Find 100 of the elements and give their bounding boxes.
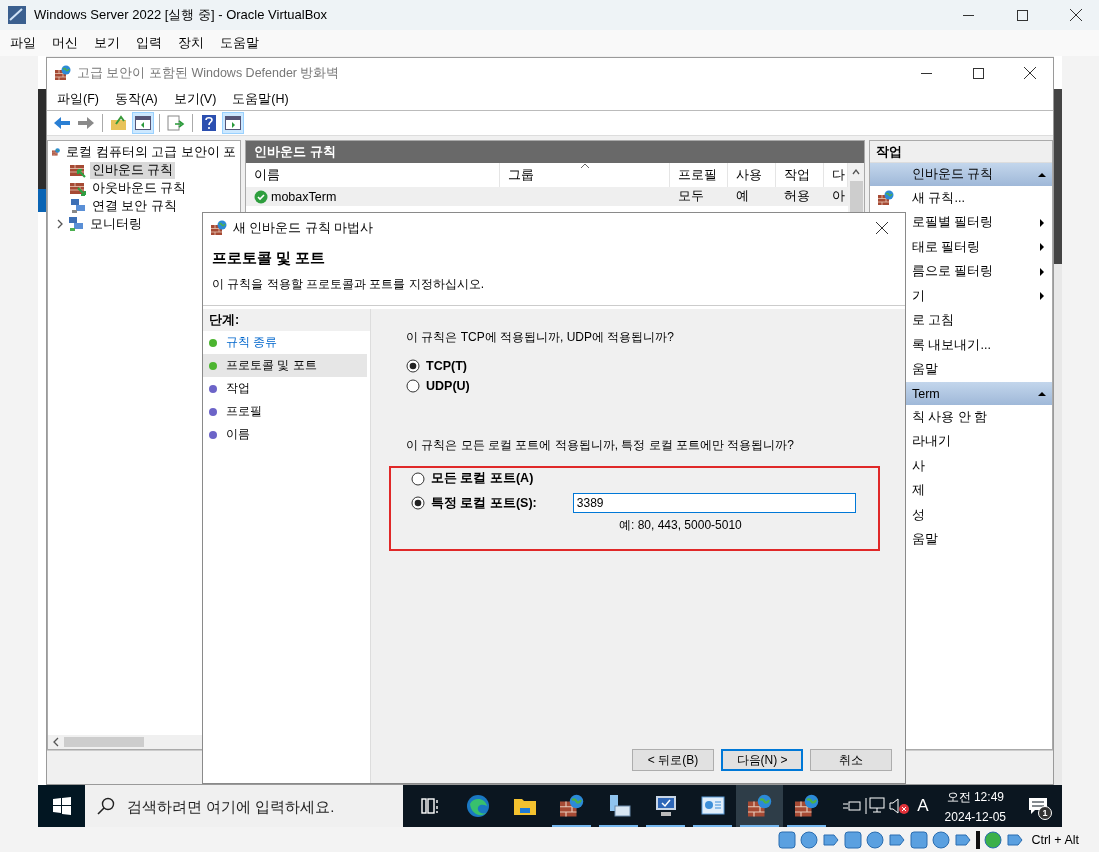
- app-logo-icon: [8, 6, 26, 24]
- computers-icon: [70, 198, 86, 214]
- folder-icon: [512, 796, 537, 816]
- action-item[interactable]: 라내기: [912, 433, 1046, 451]
- action-item[interactable]: 제: [912, 482, 1046, 500]
- port-input-field[interactable]: 3389: [572, 493, 856, 513]
- menu-item[interactable]: 파일: [2, 34, 44, 52]
- action-item[interactable]: 움말: [912, 531, 1046, 549]
- menu-item[interactable]: 머신: [44, 34, 86, 52]
- scrollbar-thumb[interactable]: [64, 737, 144, 747]
- firewall-icon: [747, 794, 772, 818]
- close-icon: [876, 222, 888, 234]
- question-text: 이 규칙은 모든 로컬 포트에 적용됩니까, 특정 로컬 포트에만 적용됩니까?: [406, 437, 795, 454]
- task-view-icon: [420, 797, 441, 815]
- scroll-left-icon: [52, 737, 60, 747]
- question-text: 이 규칙은 TCP에 적용됩니까, UDP에 적용됩니까?: [406, 329, 675, 346]
- action-item[interactable]: 로필별 필터링: [912, 214, 1024, 232]
- menu-item[interactable]: 보기(V): [165, 90, 225, 108]
- input-mode-indicator[interactable]: A: [913, 796, 933, 816]
- browser-icon: [465, 794, 490, 818]
- pane-title: 작업: [870, 141, 1052, 163]
- notification-count: 1: [1038, 806, 1052, 820]
- clock[interactable]: 오전 12:49 2024-12-05: [936, 788, 1014, 824]
- submenu-arrow-icon: [1038, 292, 1046, 301]
- radio-button[interactable]: UDP(U): [406, 379, 470, 393]
- menu-item[interactable]: 도움말(H): [224, 90, 297, 108]
- submenu-arrow-icon: [1038, 218, 1046, 227]
- menu-item[interactable]: 장치: [170, 34, 212, 52]
- clock-date: 2024-12-05: [944, 809, 1006, 824]
- action-section-header[interactable]: 인바운드 규칙: [870, 163, 1052, 186]
- collapse-icon: [1038, 170, 1046, 179]
- wizard-step[interactable]: 작업: [203, 377, 367, 400]
- wizard-step[interactable]: 규칙 종류: [203, 331, 367, 354]
- tree-item[interactable]: 로컬 컴퓨터의 고급 보안이 포: [64, 143, 238, 161]
- start-button[interactable]: [38, 785, 85, 827]
- menu-item[interactable]: 입력: [128, 34, 170, 52]
- steps-title: 단계:: [203, 309, 370, 331]
- pane-toggle-icon[interactable]: [132, 112, 154, 134]
- menu-item[interactable]: 도움말: [212, 34, 267, 52]
- step-label: 프로토콜 및 포트: [226, 357, 317, 374]
- section-title: Term: [912, 386, 941, 401]
- dialog-title: 새 인바운드 규칙 마법사: [233, 219, 375, 237]
- tree-item[interactable]: 인바운드 규칙: [90, 161, 176, 179]
- table-cell: 허용: [784, 188, 810, 205]
- hint-text: 예: 80, 443, 5000-5010: [619, 517, 743, 534]
- dialog-button[interactable]: 다음(N) >: [721, 749, 803, 771]
- radio-button[interactable]: TCP(T): [406, 359, 467, 373]
- dialog-button[interactable]: < 뒤로(B): [632, 749, 714, 771]
- power-plug-icon[interactable]: [843, 799, 862, 813]
- section-title: 인바운드 규칙: [912, 166, 995, 183]
- submenu-arrow-icon: [1038, 267, 1046, 276]
- action-item[interactable]: 성: [912, 506, 1046, 524]
- action-item[interactable]: 름으로 필터링: [912, 263, 1024, 281]
- step-label: 작업: [226, 380, 250, 397]
- radio-button[interactable]: 모든 로컬 포트(A): [411, 470, 534, 487]
- table-cell: 아: [832, 188, 845, 205]
- action-item[interactable]: 새 규칙...: [912, 189, 1046, 207]
- menu-item[interactable]: 파일(F): [49, 90, 107, 108]
- firewall-icon: [55, 65, 71, 81]
- expand-chevron-icon: [56, 219, 64, 229]
- muted-speaker-icon[interactable]: [889, 797, 910, 815]
- page-heading: 프로토콜 및 포트: [212, 249, 327, 268]
- search-icon: [97, 797, 115, 815]
- maximize-icon: [1016, 9, 1028, 21]
- menu-item[interactable]: 동작(A): [106, 90, 166, 108]
- export-list-icon[interactable]: [165, 112, 187, 134]
- submenu-arrow-icon: [1038, 243, 1046, 252]
- host-key-label: Ctrl + Alt: [1031, 832, 1079, 847]
- action-item[interactable]: 태로 필터링: [912, 238, 1024, 256]
- windows-logo-icon: [52, 797, 71, 815]
- action-pane-icon[interactable]: [222, 112, 244, 134]
- wizard-step[interactable]: 이름: [203, 423, 367, 446]
- tree-item[interactable]: 연결 보안 규칙: [90, 197, 179, 215]
- wizard-step[interactable]: 프로토콜 및 포트: [203, 354, 367, 377]
- action-item[interactable]: 움말: [912, 361, 1046, 379]
- control-panel-icon: [700, 795, 725, 817]
- collapse-icon: [1038, 389, 1046, 398]
- notification-button[interactable]: 1: [1018, 785, 1058, 827]
- action-item[interactable]: 로 고침: [912, 312, 1046, 330]
- tree-item[interactable]: 모니터링: [88, 215, 144, 233]
- maximize-icon: [972, 67, 984, 79]
- radio-button[interactable]: 특정 로컬 포트(S):: [411, 494, 537, 512]
- wizard-step[interactable]: 프로필: [203, 400, 367, 423]
- window-title: 고급 보안이 포함된 Windows Defender 방화벽: [77, 64, 341, 82]
- tree-item[interactable]: 아웃바운드 규칙: [90, 179, 189, 197]
- action-item[interactable]: 칙 사용 안 함: [912, 408, 1046, 426]
- computer-icon: [653, 794, 678, 818]
- step-label: 프로필: [226, 403, 262, 420]
- dialog-button[interactable]: 취소: [810, 749, 892, 771]
- table-cell: 예: [736, 188, 749, 205]
- menu-item[interactable]: 보기: [86, 34, 128, 52]
- action-item[interactable]: 기: [912, 287, 1024, 305]
- scroll-up-icon: [852, 167, 860, 177]
- computers-icon: [68, 216, 84, 232]
- table-cell: mobaxTerm: [271, 189, 337, 204]
- step-label: 이름: [226, 426, 250, 443]
- action-item[interactable]: 록 내보내기...: [912, 336, 1046, 354]
- action-item[interactable]: 사: [912, 457, 1046, 475]
- firewall-icon: [211, 220, 227, 236]
- search-field[interactable]: 검색하려면 여기에 입력하세요.: [85, 785, 403, 827]
